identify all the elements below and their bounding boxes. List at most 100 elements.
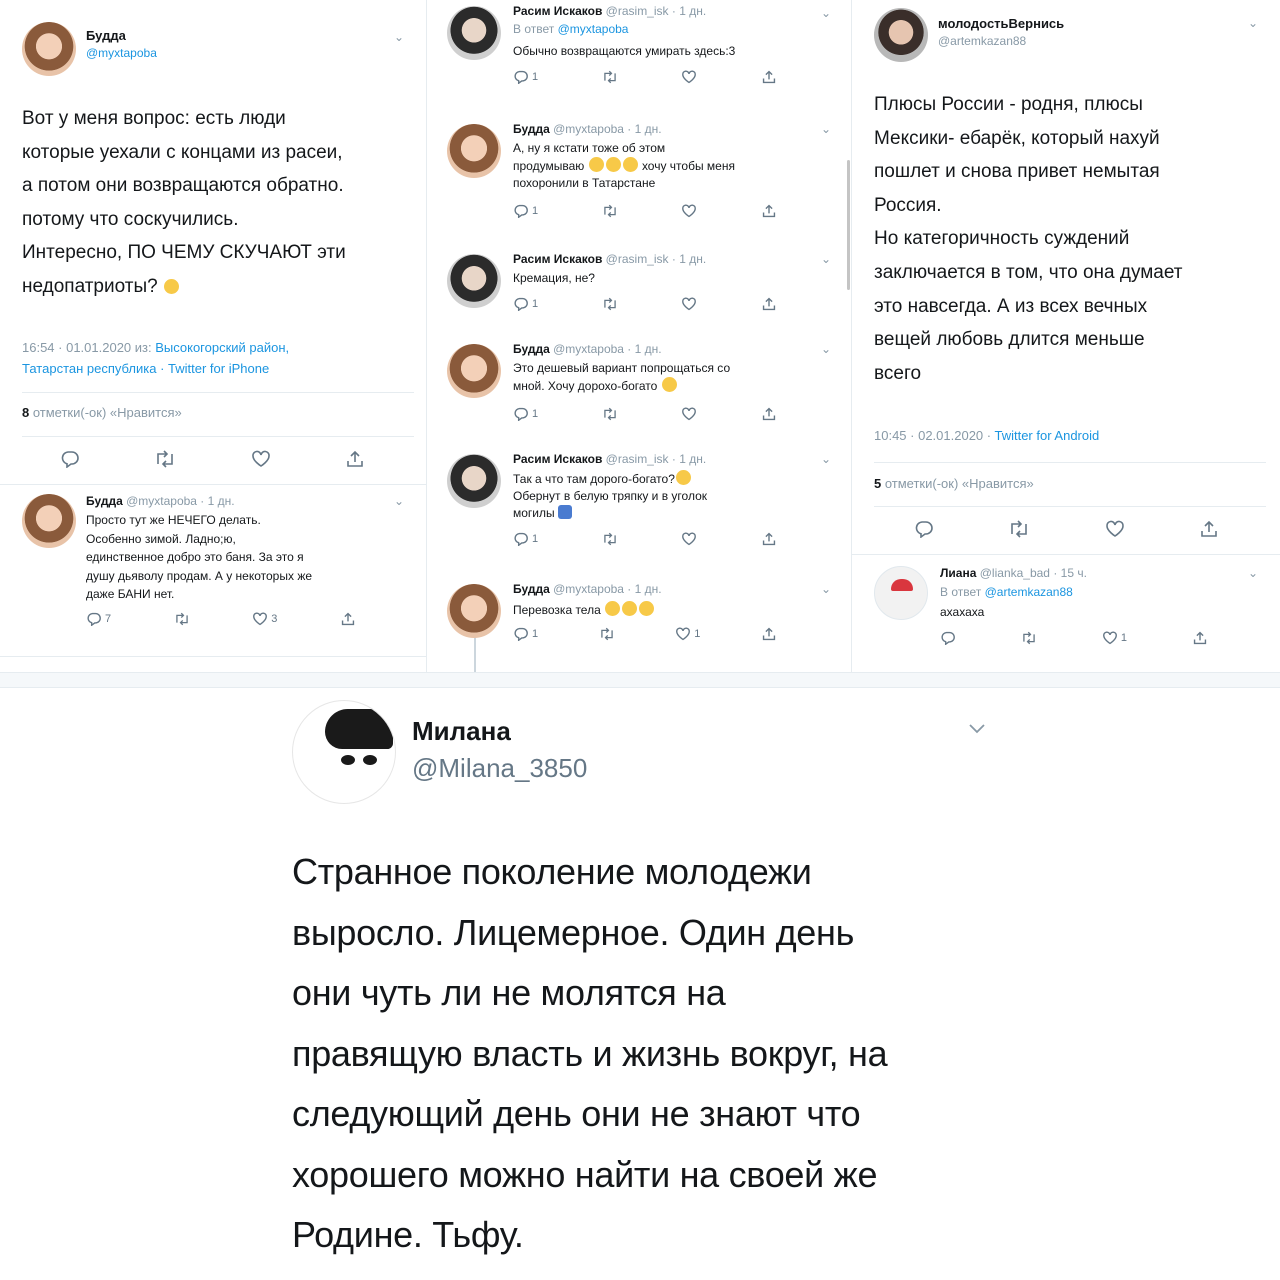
reply-to-link[interactable]: @myxtapoba: [558, 22, 629, 36]
chevron-down-icon[interactable]: ⌄: [821, 452, 831, 466]
like-button[interactable]: 3: [252, 611, 277, 626]
retweet-icon[interactable]: [602, 297, 618, 311]
retweet-icon[interactable]: [602, 204, 618, 218]
share-icon[interactable]: [761, 297, 777, 311]
author-name[interactable]: Милана: [412, 716, 587, 747]
like-icon[interactable]: [681, 532, 697, 546]
author-handle[interactable]: @Milana_3850: [412, 753, 587, 784]
reply-tweet[interactable]: Лиана @lianka_bad · 15 ч. В ответ @artem…: [940, 566, 1260, 645]
author-name[interactable]: Расим Искаков: [513, 4, 602, 18]
client-link[interactable]: · Twitter for iPhone: [156, 361, 269, 376]
grinning-emoji-icon: [622, 601, 638, 616]
author-name[interactable]: Будда: [86, 28, 157, 43]
reply-button[interactable]: 1: [513, 70, 538, 84]
reply-icon[interactable]: [940, 631, 956, 645]
share-icon[interactable]: [1192, 631, 1208, 645]
like-icon[interactable]: [681, 70, 697, 84]
reply-button[interactable]: 1: [513, 297, 538, 311]
avatar[interactable]: [292, 700, 396, 804]
author-handle[interactable]: @artemkazan88: [938, 34, 1064, 48]
like-icon[interactable]: [1105, 520, 1125, 538]
avatar[interactable]: [447, 454, 501, 508]
reply-icon[interactable]: [60, 450, 80, 468]
chevron-down-icon[interactable]: ⌄: [1248, 16, 1258, 30]
thread-tweet[interactable]: Расим Искаков @rasim_isk · 1 дн. В ответ…: [513, 4, 833, 84]
retweet-icon[interactable]: [602, 532, 618, 546]
likes-summary[interactable]: 5 отметки(-ок) «Нравится»: [874, 476, 1034, 491]
avatar[interactable]: [447, 344, 501, 398]
scrollbar[interactable]: [847, 160, 850, 290]
like-icon[interactable]: [681, 407, 697, 421]
client-link[interactable]: Twitter for Android: [994, 428, 1099, 443]
reply-button[interactable]: 1: [513, 532, 538, 546]
location-link[interactable]: Высокогорский район,: [155, 340, 289, 355]
chevron-down-icon[interactable]: ⌄: [821, 6, 831, 20]
like-icon[interactable]: [681, 297, 697, 311]
author-name[interactable]: Расим Искаков: [513, 252, 602, 266]
like-icon[interactable]: [251, 450, 271, 468]
retweet-icon[interactable]: [1021, 631, 1037, 645]
author-handle[interactable]: @myxtapoba: [86, 46, 157, 60]
avatar-eye: [363, 755, 377, 765]
chevron-down-icon[interactable]: ⌄: [821, 582, 831, 596]
author-name[interactable]: Будда: [513, 582, 550, 596]
author-name[interactable]: молодостьВернись: [938, 16, 1064, 31]
thread-tweet[interactable]: Будда @myxtapoba · 1 дн. А, ну я кстати …: [513, 122, 833, 218]
chevron-down-icon[interactable]: ⌄: [821, 342, 831, 356]
reply-to-link[interactable]: @artemkazan88: [985, 585, 1073, 599]
reply-button[interactable]: 1: [513, 627, 538, 641]
avatar[interactable]: [874, 8, 928, 62]
avatar[interactable]: [447, 584, 501, 638]
likes-summary[interactable]: 8 отметки(-ок) «Нравится»: [22, 405, 182, 420]
share-icon[interactable]: [1199, 520, 1219, 538]
like-button[interactable]: 1: [675, 627, 700, 641]
chevron-down-icon[interactable]: ⌄: [1248, 566, 1258, 580]
author-name[interactable]: Лиана: [940, 566, 976, 580]
tweet-actions: 7 3: [86, 611, 356, 626]
reply-button[interactable]: 7: [86, 612, 111, 626]
chevron-down-icon[interactable]: ⌄: [394, 494, 404, 508]
thread-tweet[interactable]: Будда @myxtapoba · 1 дн. Перевозка тела …: [513, 582, 833, 641]
reply-tweet[interactable]: Будда @myxtapoba · 1 дн. Просто тут же Н…: [86, 494, 416, 626]
retweet-icon[interactable]: [602, 407, 618, 421]
avatar[interactable]: [447, 6, 501, 60]
chevron-down-icon[interactable]: ⌄: [394, 30, 404, 44]
chevron-down-icon[interactable]: [968, 722, 986, 740]
location-link[interactable]: Татарстан республика: [22, 361, 156, 376]
share-icon[interactable]: [345, 450, 365, 468]
avatar[interactable]: [447, 124, 501, 178]
share-icon[interactable]: [761, 532, 777, 546]
avatar[interactable]: [874, 566, 928, 620]
text-line: вещей любовь длится меньше: [874, 329, 1145, 351]
chevron-down-icon[interactable]: ⌄: [821, 122, 831, 136]
author-name[interactable]: Будда: [513, 342, 550, 356]
avatar[interactable]: [22, 22, 76, 76]
share-icon[interactable]: [761, 204, 777, 218]
share-icon[interactable]: [340, 612, 356, 626]
reply-button[interactable]: 1: [513, 407, 538, 421]
avatar[interactable]: [447, 254, 501, 308]
retweet-icon[interactable]: [154, 450, 176, 468]
retweet-icon[interactable]: [602, 70, 618, 84]
thread-tweet[interactable]: Расим Искаков @rasim_isk · 1 дн. Так а ч…: [513, 452, 833, 546]
reply-button[interactable]: 1: [513, 204, 538, 218]
laughing-emoji-icon: [163, 278, 179, 294]
author-name[interactable]: Будда: [513, 122, 550, 136]
share-icon[interactable]: [761, 627, 777, 641]
author-name[interactable]: Будда: [86, 494, 123, 508]
text-line: хочу чтобы меня: [641, 159, 735, 173]
share-icon[interactable]: [761, 407, 777, 421]
retweet-icon[interactable]: [599, 627, 615, 641]
thread-tweet[interactable]: Будда @myxtapoba · 1 дн. Это дешевый вар…: [513, 342, 833, 421]
retweet-icon[interactable]: [174, 612, 190, 626]
reply-icon[interactable]: [914, 520, 934, 538]
thread-tweet[interactable]: Расим Искаков @rasim_isk · 1 дн. Кремаци…: [513, 252, 833, 311]
share-icon[interactable]: [761, 70, 777, 84]
retweet-icon[interactable]: [1008, 520, 1030, 538]
text-line: Просто тут же НЕЧЕГО делать.: [86, 513, 261, 527]
chevron-down-icon[interactable]: ⌄: [821, 252, 831, 266]
like-icon[interactable]: [681, 204, 697, 218]
like-button[interactable]: 1: [1102, 631, 1127, 645]
avatar[interactable]: [22, 494, 76, 548]
author-name[interactable]: Расим Искаков: [513, 452, 602, 466]
